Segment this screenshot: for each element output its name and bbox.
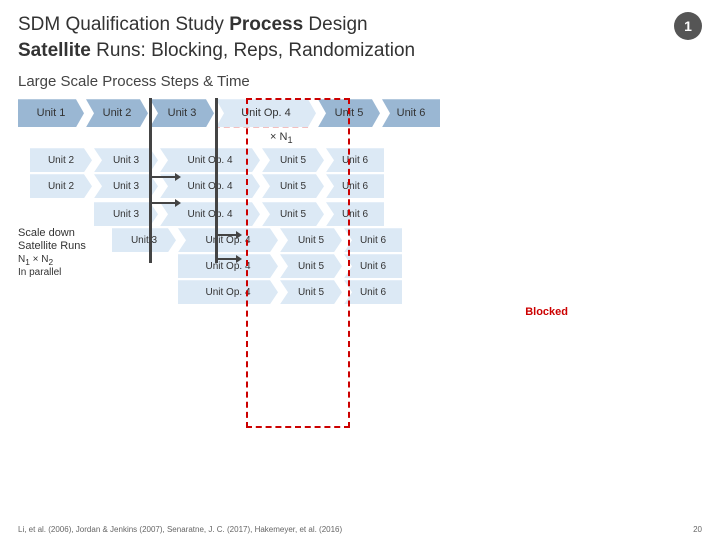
unit6-header: Unit 6 [382,99,440,127]
sub-row-6-wrapper: Unit Op. 4 Unit 5 Unit 6 [18,280,698,304]
scale-down-label: Scale downSatellite Runs [18,227,108,253]
harrow-3 [215,234,237,236]
sub-row-3: Unit 3 Unit Op. 4 Unit 5 Unit 6 [18,202,698,226]
sub4-unit5: Unit 5 [280,228,342,252]
main-header-row: Unit 1 Unit 2 Unit 3 Unit Op. 4 Unit 5 U… [18,98,698,128]
title-text: SDM Qualification Study Process DesignSa… [18,14,415,61]
citation-text: Li, et al. (2006), Jordan & Jenkins (200… [18,525,342,534]
unit3-header: Unit 3 [150,99,214,127]
section-title: Large Scale Process Steps & Time [18,73,702,90]
sub1-unit5: Unit 5 [262,148,324,172]
sub1-unitop4: Unit Op. 4 [160,148,260,172]
unit5-header: Unit 5 [318,99,380,127]
n1n2-label: N1 × N2In parallel [18,254,108,278]
vbar-after-unit2 [149,98,152,263]
sub5-unit6: Unit 6 [344,254,402,278]
unitop4-header: Unit Op. 4 [216,99,316,127]
sub6-unit6: Unit 6 [344,280,402,304]
header: SDM Qualification Study Process DesignSa… [18,12,702,63]
header-title: SDM Qualification Study Process DesignSa… [18,12,415,63]
sub2-unit5: Unit 5 [262,174,324,198]
n1-label-row: × N1 [18,130,698,146]
sub4-unit3: Unit 3 [112,228,176,252]
unit2-header: Unit 2 [86,99,148,127]
sub-row-4-wrapper: Scale downSatellite Runs Unit 3 Unit Op.… [18,228,698,252]
footer: Li, et al. (2006), Jordan & Jenkins (200… [18,525,702,534]
harrow-1 [152,176,176,178]
sub-row-1: Unit 2 Unit 3 Unit Op. 4 Unit 5 Unit 6 [18,148,698,172]
sub5-unit5: Unit 5 [280,254,342,278]
sub1-unit6: Unit 6 [326,148,384,172]
harrow-4 [215,258,237,260]
sub3-unit6: Unit 6 [326,202,384,226]
sub2-unit2: Unit 2 [30,174,92,198]
sub6-unit5: Unit 5 [280,280,342,304]
diagram: Unit 1 Unit 2 Unit 3 Unit Op. 4 Unit 5 U… [18,98,698,318]
sub3-unit5: Unit 5 [262,202,324,226]
sub4-unitop4: Unit Op. 4 [178,228,278,252]
sub6-unitop4: Unit Op. 4 [178,280,278,304]
sub4-unit6: Unit 6 [344,228,402,252]
unit1-header: Unit 1 [18,99,84,127]
slide-number: 1 [674,12,702,40]
sub-row-5-wrapper: N1 × N2In parallel Unit Op. 4 Unit 5 Uni… [18,254,698,278]
blocked-row: Blocked [18,306,698,318]
sub2-unit6: Unit 6 [326,174,384,198]
page: SDM Qualification Study Process DesignSa… [0,0,720,540]
times-n1-label: × N1 [270,131,293,145]
harrow-2 [152,202,176,204]
page-number: 20 [693,525,702,534]
sub1-unit2: Unit 2 [30,148,92,172]
vbar-before-unitop4 [215,98,218,263]
sub-row-2: Unit 2 Unit 3 Unit Op. 4 Unit 5 Unit 6 [18,174,698,198]
blocked-label: Blocked [525,306,568,318]
